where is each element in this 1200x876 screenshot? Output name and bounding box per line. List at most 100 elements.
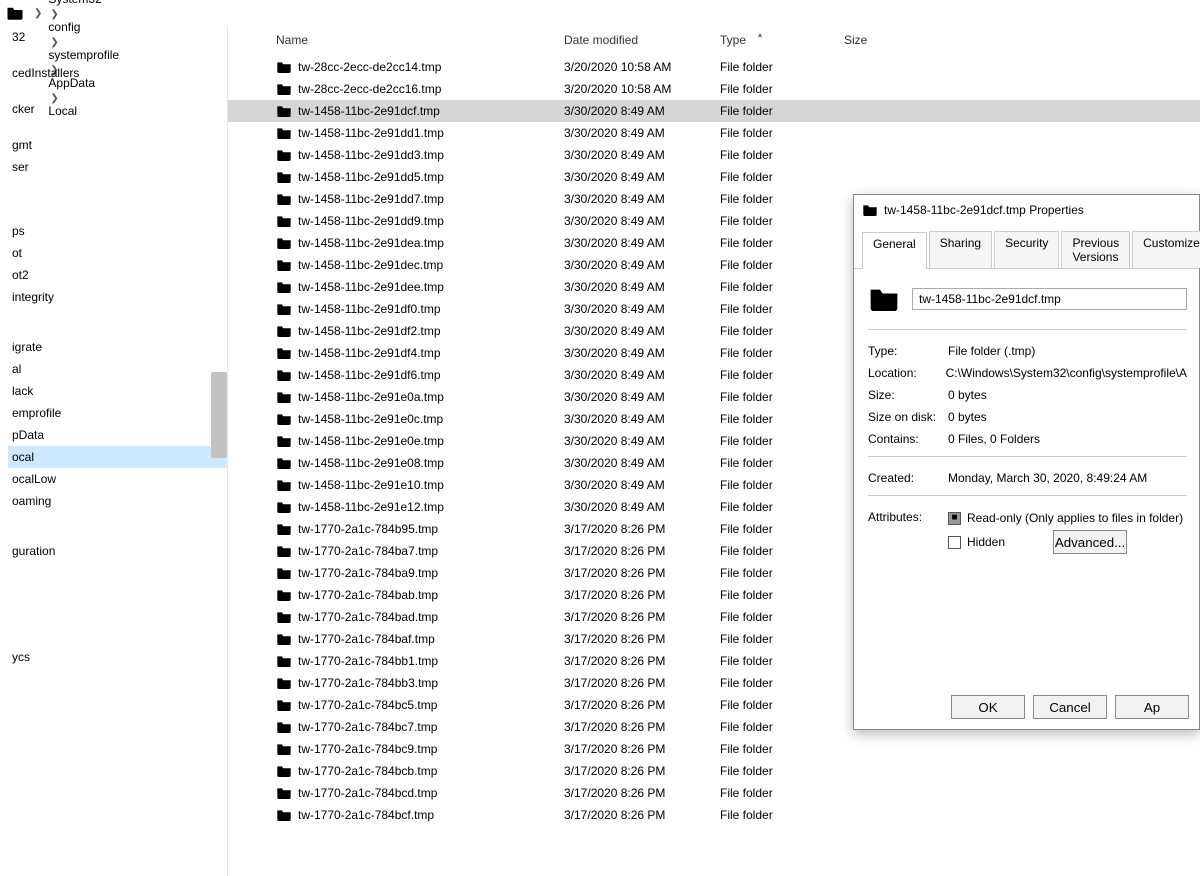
file-row[interactable]: tw-1770-2a1c-784bc9.tmp3/17/2020 8:26 PM…	[228, 738, 1200, 760]
apply-button[interactable]: Ap	[1115, 695, 1189, 719]
tree-scrollbar-thumb[interactable]	[211, 372, 227, 458]
file-date: 3/17/2020 8:26 PM	[564, 808, 720, 822]
file-date: 3/17/2020 8:26 PM	[564, 610, 720, 624]
file-row[interactable]: tw-28cc-2ecc-de2cc16.tmp3/20/2020 10:58 …	[228, 78, 1200, 100]
file-type: File folder	[720, 192, 844, 206]
file-type: File folder	[720, 82, 844, 96]
file-row[interactable]: tw-1770-2a1c-784bcf.tmp3/17/2020 8:26 PM…	[228, 804, 1200, 826]
tree-item[interactable]: ycs	[8, 646, 227, 668]
folder-icon	[276, 345, 292, 361]
tree-item[interactable]: igrate	[8, 336, 227, 358]
file-date: 3/30/2020 8:49 AM	[564, 412, 720, 426]
tree-item[interactable]: ocal	[8, 446, 227, 468]
hidden-checkbox[interactable]	[948, 536, 961, 549]
folder-icon	[276, 389, 292, 405]
file-name: tw-1458-11bc-2e91dd3.tmp	[298, 148, 564, 162]
folder-icon	[276, 477, 292, 493]
file-row[interactable]: tw-28cc-2ecc-de2cc14.tmp3/20/2020 10:58 …	[228, 56, 1200, 78]
tab-previous-versions[interactable]: Previous Versions	[1061, 231, 1130, 268]
folder-icon	[276, 609, 292, 625]
tree-item[interactable]: 32	[8, 26, 227, 48]
advanced-button[interactable]: Advanced...	[1053, 530, 1127, 554]
file-row[interactable]: tw-1770-2a1c-784bcd.tmp3/17/2020 8:26 PM…	[228, 782, 1200, 804]
col-header-name[interactable]: Name	[276, 33, 564, 47]
tab-customize[interactable]: Customize	[1132, 231, 1200, 268]
folder-icon	[276, 565, 292, 581]
prop-created-value: Monday, March 30, 2020, 8:49:24 AM	[948, 467, 1187, 489]
folder-icon	[276, 455, 292, 471]
file-row[interactable]: tw-1458-11bc-2e91dd3.tmp3/30/2020 8:49 A…	[228, 144, 1200, 166]
tree-item[interactable]: ot2	[8, 264, 227, 286]
file-name: tw-1458-11bc-2e91dea.tmp	[298, 236, 564, 250]
breadcrumb-system32[interactable]: System32	[46, 0, 129, 6]
readonly-checkbox[interactable]: ■	[948, 512, 961, 525]
col-header-date[interactable]: Date modified	[564, 33, 720, 47]
tab-general[interactable]: General	[862, 232, 927, 269]
tab-security[interactable]: Security	[994, 231, 1059, 268]
file-name: tw-1458-11bc-2e91e0a.tmp	[298, 390, 564, 404]
prop-contains-label: Contains:	[868, 428, 948, 450]
col-header-type[interactable]: Type	[720, 33, 844, 47]
list-header: Name ▴ Date modified Type Size	[228, 26, 1200, 54]
file-date: 3/20/2020 10:58 AM	[564, 60, 720, 74]
cancel-button[interactable]: Cancel	[1033, 695, 1107, 719]
folder-icon	[276, 675, 292, 691]
file-name: tw-1770-2a1c-784b95.tmp	[298, 522, 564, 536]
tree-item[interactable]: guration	[8, 540, 227, 562]
nav-tree[interactable]: 32 cedInstallers cker gmtser psotot2integrit…	[0, 26, 228, 876]
file-date: 3/30/2020 8:49 AM	[564, 280, 720, 294]
properties-title: tw-1458-11bc-2e91dcf.tmp Properties	[884, 203, 1084, 217]
tree-item[interactable]: cedInstallers	[8, 62, 227, 84]
file-date: 3/17/2020 8:26 PM	[564, 786, 720, 800]
folder-icon	[276, 411, 292, 427]
ok-button[interactable]: OK	[951, 695, 1025, 719]
tab-sharing[interactable]: Sharing	[929, 231, 992, 268]
tree-item[interactable]: ocalLow	[8, 468, 227, 490]
folder-icon	[276, 103, 292, 119]
tree-item[interactable]: oaming	[8, 490, 227, 512]
file-date: 3/17/2020 8:26 PM	[564, 742, 720, 756]
file-name: tw-1770-2a1c-784bc5.tmp	[298, 698, 564, 712]
file-type: File folder	[720, 588, 844, 602]
col-header-size[interactable]: Size	[844, 33, 924, 47]
file-name: tw-1458-11bc-2e91df0.tmp	[298, 302, 564, 316]
file-type: File folder	[720, 60, 844, 74]
file-date: 3/30/2020 8:49 AM	[564, 346, 720, 360]
file-name: tw-1770-2a1c-784bc7.tmp	[298, 720, 564, 734]
file-type: File folder	[720, 610, 844, 624]
tree-item[interactable]: ps	[8, 220, 227, 242]
folder-icon	[276, 499, 292, 515]
file-date: 3/30/2020 8:49 AM	[564, 478, 720, 492]
folder-icon	[276, 697, 292, 713]
file-date: 3/30/2020 8:49 AM	[564, 390, 720, 404]
file-row[interactable]: tw-1458-11bc-2e91dd5.tmp3/30/2020 8:49 A…	[228, 166, 1200, 188]
file-name: tw-1458-11bc-2e91dd1.tmp	[298, 126, 564, 140]
file-row[interactable]: tw-1458-11bc-2e91dcf.tmp3/30/2020 8:49 A…	[228, 100, 1200, 122]
tree-item[interactable]: lack	[8, 380, 227, 402]
tree-item[interactable]: ser	[8, 156, 227, 178]
tree-item[interactable]: ot	[8, 242, 227, 264]
tree-item[interactable]: al	[8, 358, 227, 380]
tree-item[interactable]: gmt	[8, 134, 227, 156]
tree-item[interactable]: pData	[8, 424, 227, 446]
file-date: 3/17/2020 8:26 PM	[564, 676, 720, 690]
file-type: File folder	[720, 302, 844, 316]
file-date: 3/17/2020 8:26 PM	[564, 698, 720, 712]
file-type: File folder	[720, 654, 844, 668]
prop-contains-value: 0 Files, 0 Folders	[948, 428, 1187, 450]
file-date: 3/17/2020 8:26 PM	[564, 632, 720, 646]
tree-item[interactable]: integrity	[8, 286, 227, 308]
file-type: File folder	[720, 170, 844, 184]
properties-titlebar[interactable]: tw-1458-11bc-2e91dcf.tmp Properties	[854, 195, 1199, 225]
file-name: tw-1458-11bc-2e91df2.tmp	[298, 324, 564, 338]
file-row[interactable]: tw-1458-11bc-2e91dd1.tmp3/30/2020 8:49 A…	[228, 122, 1200, 144]
properties-name-input[interactable]	[912, 288, 1187, 310]
file-row[interactable]: tw-1770-2a1c-784bcb.tmp3/17/2020 8:26 PM…	[228, 760, 1200, 782]
tree-item[interactable]: emprofile	[8, 402, 227, 424]
file-date: 3/17/2020 8:26 PM	[564, 522, 720, 536]
file-name: tw-1458-11bc-2e91e10.tmp	[298, 478, 564, 492]
folder-icon	[276, 433, 292, 449]
file-name: tw-1458-11bc-2e91e0c.tmp	[298, 412, 564, 426]
file-type: File folder	[720, 632, 844, 646]
tree-item[interactable]: cker	[8, 98, 227, 120]
